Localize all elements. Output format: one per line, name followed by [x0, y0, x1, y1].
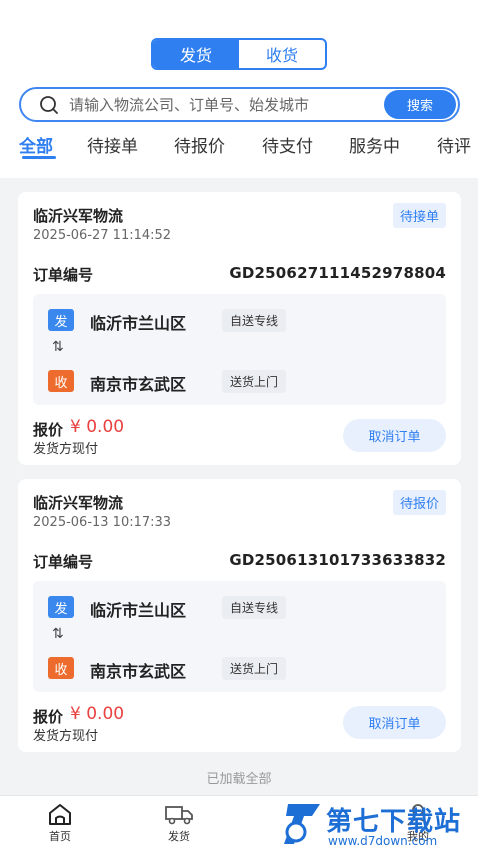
origin-city: 临沂市兰山区 [90, 314, 187, 333]
watermark-logo-icon [284, 804, 320, 844]
company-name: 临沂兴军物流 [33, 494, 124, 512]
cancel-order-button[interactable]: 取消订单 [343, 419, 446, 452]
route-box: 发 临沂市兰山区 自送专线 ⇅ 收 南京市玄武区 送货上门 [33, 581, 446, 692]
swap-arrow-icon: ⇅ [52, 626, 64, 642]
destination-city: 南京市玄武区 [90, 662, 187, 681]
price-value: ¥ 0.00 [70, 417, 125, 437]
origin-service-tag: 自送专线 [222, 309, 287, 332]
order-time: 2025-06-27 11:14:52 [33, 228, 172, 243]
destination-service-tag: 送货上门 [222, 370, 287, 393]
all-loaded-text: 已加载全部 [206, 772, 272, 787]
tab-pending-payment[interactable]: 待支付 [262, 132, 313, 157]
send-tab[interactable]: 发货 [153, 40, 239, 68]
nav-ship-label: 发货 [168, 830, 190, 843]
tab-pending-quote[interactable]: 待报价 [174, 132, 225, 157]
receive-badge: 收 [48, 370, 74, 392]
tab-pending-review[interactable]: 待评 [437, 132, 471, 157]
tab-all[interactable]: 全部 [19, 132, 53, 157]
active-tab-indicator [22, 156, 56, 159]
send-badge: 发 [48, 596, 74, 618]
price-value: ¥ 0.00 [70, 704, 125, 724]
order-number: GD250613101733633832 [229, 551, 446, 569]
order-number-label: 订单编号 [33, 553, 94, 571]
watermark-title: 第七下载站 [326, 807, 462, 837]
header-area: 发货 收货 请输入物流公司、订单号、始发城市 搜索 全部 待接单 待报价 待支付… [0, 0, 478, 178]
search-icon [40, 95, 58, 114]
destination-city: 南京市玄武区 [90, 375, 187, 394]
destination-service-tag: 送货上门 [222, 657, 287, 680]
status-tabs: 全部 待接单 待报价 待支付 服务中 待评 [0, 132, 478, 172]
payment-method: 发货方现付 [33, 442, 99, 457]
watermark: 第七下载站 www.d7down.com [282, 800, 478, 850]
order-number-label: 订单编号 [33, 266, 94, 284]
cancel-order-button[interactable]: 取消订单 [343, 706, 446, 739]
nav-home-label: 首页 [49, 830, 71, 843]
nav-home[interactable]: 首页 [30, 802, 90, 844]
truck-icon [165, 806, 193, 825]
status-badge: 待报价 [392, 490, 446, 515]
order-number: GD250627111452978804 [229, 264, 446, 282]
home-icon [49, 804, 71, 825]
company-name: 临沂兴军物流 [33, 207, 124, 225]
swap-arrow-icon: ⇅ [52, 339, 64, 355]
send-receive-switch: 发货 收货 [151, 38, 327, 70]
order-card[interactable]: 临沂兴军物流 2025-06-27 11:14:52 待接单 订单编号 GD25… [18, 192, 461, 465]
route-box: 发 临沂市兰山区 自送专线 ⇅ 收 南京市玄武区 送货上门 [33, 294, 446, 405]
receive-tab[interactable]: 收货 [239, 40, 325, 68]
search-button[interactable]: 搜索 [384, 90, 456, 119]
search-bar[interactable]: 请输入物流公司、订单号、始发城市 搜索 [19, 87, 460, 122]
status-badge: 待接单 [392, 203, 446, 228]
price-label: 报价 [33, 708, 64, 726]
payment-method: 发货方现付 [33, 729, 99, 744]
receive-badge: 收 [48, 657, 74, 679]
tab-pending-accept[interactable]: 待接单 [87, 132, 138, 157]
order-time: 2025-06-13 10:17:33 [33, 515, 172, 530]
watermark-url: www.d7down.com [328, 834, 438, 848]
tab-in-service[interactable]: 服务中 [349, 132, 400, 157]
search-input[interactable]: 请输入物流公司、订单号、始发城市 [69, 94, 384, 115]
origin-service-tag: 自送专线 [222, 596, 287, 619]
origin-city: 临沂市兰山区 [90, 601, 187, 620]
send-badge: 发 [48, 309, 74, 331]
order-card[interactable]: 临沂兴军物流 2025-06-13 10:17:33 待报价 订单编号 GD25… [18, 479, 461, 752]
price-label: 报价 [33, 421, 64, 439]
nav-ship[interactable]: 发货 [149, 802, 209, 844]
